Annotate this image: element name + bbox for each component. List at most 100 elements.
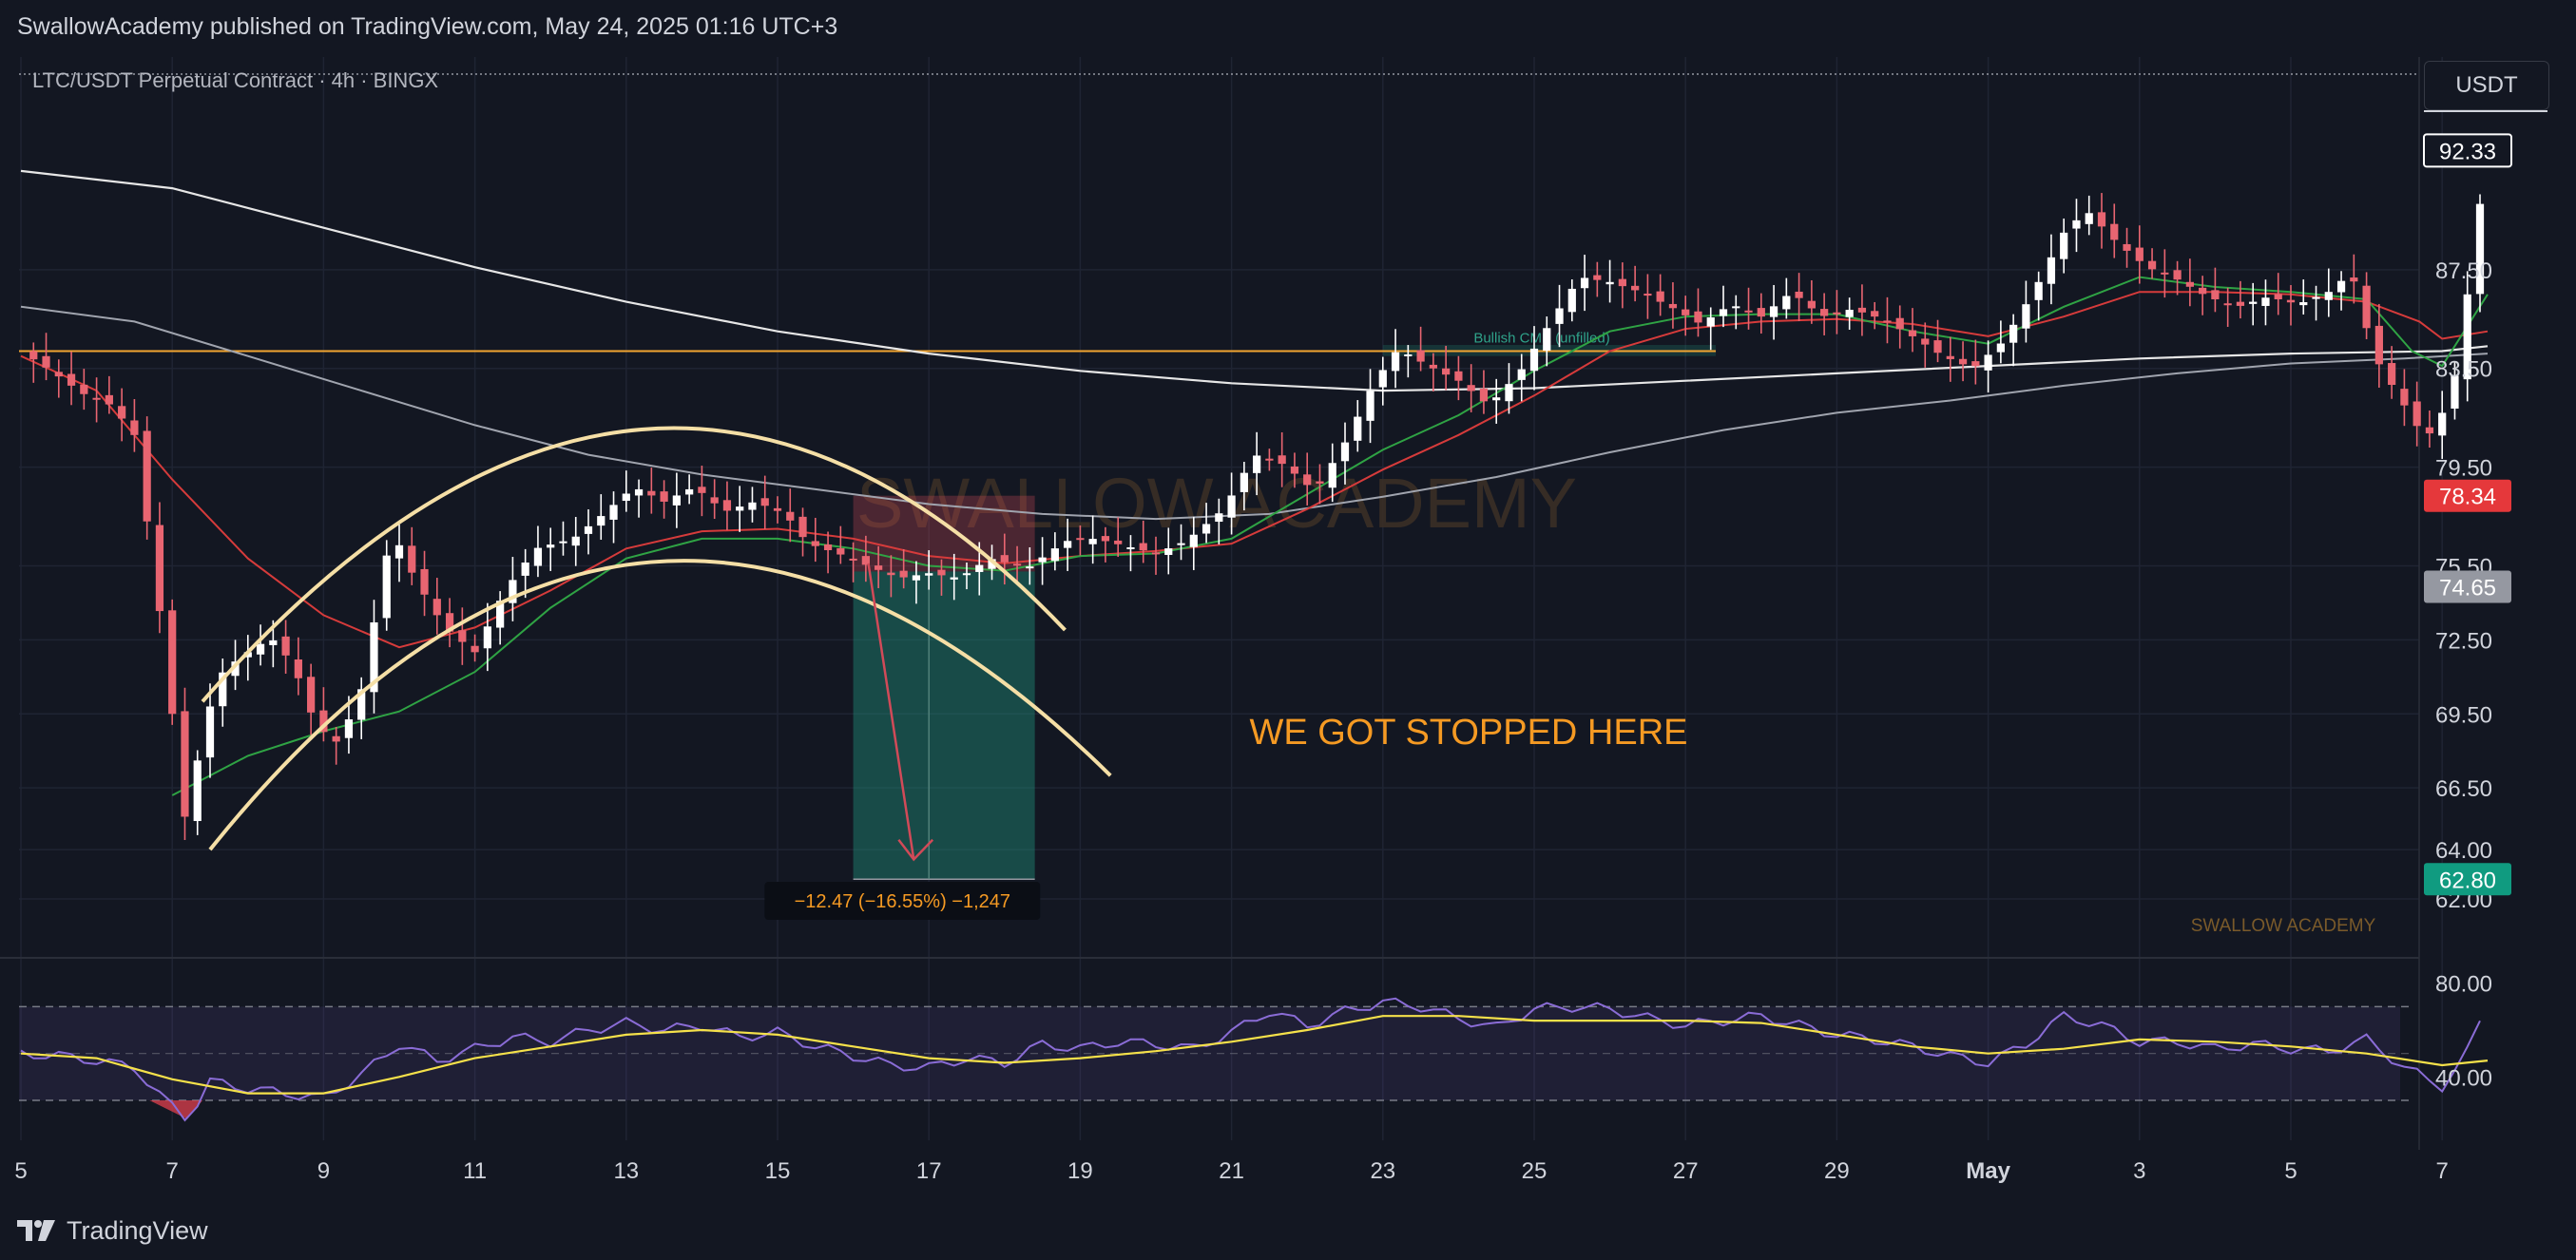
candle-body	[54, 372, 63, 377]
symbol-title: LTC/USDT Perpetual Contract · 4h · BINGX	[32, 68, 439, 92]
candle-body	[547, 544, 555, 548]
x-tick-label: 15	[765, 1158, 791, 1184]
candle-body	[2223, 303, 2232, 306]
candle-body	[382, 555, 391, 619]
rsi-tick-label: 40.00	[2435, 1065, 2492, 1091]
candle-body	[634, 488, 644, 496]
candle-body	[2261, 297, 2270, 306]
candle-body	[2324, 292, 2333, 300]
candle-body	[1517, 369, 1526, 380]
tradingview-logo[interactable]: TradingView	[17, 1212, 208, 1250]
candle-body	[2400, 389, 2409, 406]
candle-body	[29, 351, 38, 360]
candle-body	[1580, 277, 1589, 289]
price-tick-label: 72.50	[2435, 628, 2492, 654]
candle-body	[2286, 299, 2296, 303]
candle-body	[559, 541, 567, 544]
footer-bar	[0, 1207, 2576, 1260]
candle-body	[875, 565, 883, 570]
candle-body	[1769, 306, 1778, 317]
candle-body	[394, 544, 404, 559]
candle-body	[420, 568, 429, 595]
candle-body	[332, 735, 340, 742]
candle-body	[1845, 310, 1854, 317]
candle-body	[1543, 328, 1551, 351]
candle-body	[2161, 272, 2169, 275]
price-tick-label: 87.50	[2435, 258, 2492, 284]
candle-body	[408, 545, 416, 573]
candle-body	[1278, 455, 1286, 465]
candle-body	[1151, 552, 1161, 555]
currency-button[interactable]: USDT	[2424, 61, 2549, 110]
candle-body	[1644, 294, 1652, 296]
candle-body	[1706, 317, 1715, 327]
candle-body	[205, 706, 215, 758]
x-tick-label: 25	[1522, 1158, 1548, 1184]
candle-body	[1757, 308, 1765, 317]
candle-body	[2135, 247, 2143, 261]
candle-body	[1026, 566, 1034, 569]
candle-body	[1833, 312, 1841, 315]
candle-body	[1958, 358, 1968, 365]
candle-body	[1719, 309, 1728, 316]
candle-body	[1064, 541, 1072, 548]
candle-body	[1883, 320, 1892, 323]
candle-body	[521, 562, 529, 576]
cme-gap-label: Bullish CME (unfilled)	[1473, 330, 1609, 346]
candle-body	[1316, 481, 1324, 484]
candle-body	[609, 505, 618, 520]
candle-body	[2362, 285, 2371, 329]
candle-body	[1076, 538, 1085, 541]
candle-body	[1265, 458, 1274, 461]
candle-body	[1366, 391, 1375, 421]
candle-body	[823, 544, 833, 551]
candle-body	[2047, 257, 2056, 284]
candle-body	[836, 548, 845, 555]
candle-body	[533, 547, 543, 566]
candle-body	[1782, 296, 1791, 310]
candle-body	[2299, 302, 2308, 306]
candle-body	[168, 610, 177, 715]
candle-body	[2312, 296, 2320, 299]
tradingview-brand: TradingView	[67, 1215, 208, 1245]
candle-body	[42, 355, 50, 368]
candle-body	[1303, 474, 1312, 486]
candle-body	[1012, 563, 1022, 566]
candle-body	[1744, 310, 1753, 313]
candle-body	[1871, 311, 1879, 317]
candle-body	[1921, 338, 1930, 345]
candle-body	[1177, 543, 1185, 545]
candle-body	[2097, 212, 2106, 227]
x-tick-label: 21	[1219, 1158, 1244, 1184]
candle-body	[281, 636, 290, 656]
price-tick-label: 69.50	[2435, 702, 2492, 728]
x-tick-label: 13	[613, 1158, 639, 1184]
candle-body	[143, 430, 151, 522]
candle-body	[925, 573, 933, 576]
candle-body	[1201, 524, 1211, 534]
candle-body	[256, 643, 265, 655]
candle-body	[1656, 291, 1664, 302]
candle-body	[2147, 260, 2157, 270]
price-chart[interactable]: SWALLOW ACADEMY Bullish CME (unfilled) −12…	[0, 0, 2576, 1260]
candle-body	[698, 487, 706, 493]
x-tick-label: May	[1966, 1158, 2010, 1184]
take-profit-zone	[853, 571, 1035, 880]
candle-body	[1404, 353, 1413, 356]
candle-body	[1139, 543, 1147, 551]
candle-body	[2236, 301, 2245, 306]
candle-body	[1038, 557, 1047, 563]
candle-body	[1126, 546, 1135, 549]
candle-body	[1593, 275, 1602, 280]
swallow-academy-small: SWALLOW ACADEMY	[2191, 916, 2376, 936]
candle-body	[1378, 370, 1387, 388]
candle-body	[962, 573, 971, 576]
candle-body	[1795, 291, 1803, 298]
candle-body	[2060, 232, 2068, 259]
stopped-callout: WE GOT STOPPED HERE	[1249, 713, 1687, 753]
candle-body	[1555, 308, 1564, 324]
candle-body	[710, 497, 719, 504]
x-tick-label: 27	[1673, 1158, 1699, 1184]
candle-body	[1253, 455, 1261, 473]
candle-body	[1454, 371, 1463, 381]
